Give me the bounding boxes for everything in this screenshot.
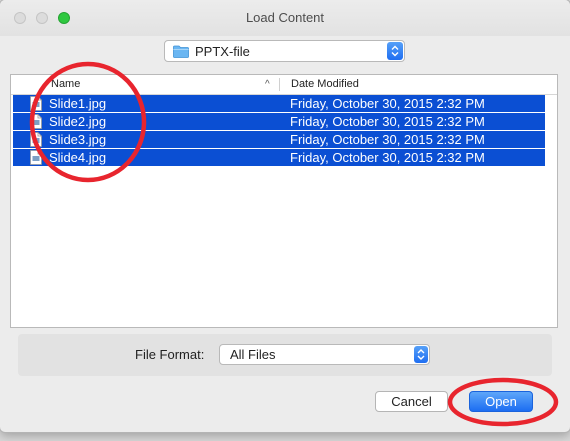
updown-arrow-icon[interactable]	[387, 42, 403, 60]
location-label: PPTX-file	[195, 44, 250, 59]
cancel-button[interactable]: Cancel	[375, 391, 448, 412]
image-file-icon	[30, 150, 42, 168]
load-content-dialog: Load Content PPTX-file Name ^ Date Modif…	[0, 0, 570, 432]
file-format-value: All Files	[230, 347, 276, 362]
file-date: Friday, October 30, 2015 2:32 PM	[290, 132, 485, 147]
file-row[interactable]: Slide3.jpg Friday, October 30, 2015 2:32…	[13, 131, 545, 148]
file-row[interactable]: Slide2.jpg Friday, October 30, 2015 2:32…	[13, 113, 545, 130]
window-title: Load Content	[245, 10, 325, 25]
image-file-icon	[30, 96, 42, 114]
file-date: Friday, October 30, 2015 2:32 PM	[290, 96, 485, 111]
file-format-dropdown[interactable]: All Files	[219, 344, 430, 365]
file-name: Slide4.jpg	[49, 150, 107, 165]
folder-icon	[173, 45, 189, 61]
name-column-header[interactable]: Name	[51, 78, 80, 90]
file-name: Slide1.jpg	[49, 96, 107, 111]
column-header: Name ^ Date Modified	[11, 75, 557, 95]
file-name: Slide3.jpg	[49, 132, 107, 147]
file-format-bar: File Format: All Files	[18, 334, 552, 376]
file-date: Friday, October 30, 2015 2:32 PM	[290, 114, 485, 129]
column-divider[interactable]	[279, 78, 280, 91]
file-row[interactable]: Slide1.jpg Friday, October 30, 2015 2:32…	[13, 95, 545, 112]
location-dropdown[interactable]: PPTX-file	[164, 40, 405, 62]
file-list[interactable]: Name ^ Date Modified Slide1.jpg Friday, …	[10, 74, 558, 328]
sort-ascending-icon[interactable]: ^	[265, 79, 270, 90]
image-file-icon	[30, 114, 42, 132]
file-date: Friday, October 30, 2015 2:32 PM	[290, 150, 485, 165]
title-bar: Load Content	[0, 0, 570, 36]
image-file-icon	[30, 132, 42, 150]
updown-arrow-icon[interactable]	[414, 346, 428, 363]
file-format-label: File Format:	[135, 347, 205, 362]
date-modified-column-header[interactable]: Date Modified	[291, 78, 359, 90]
file-row[interactable]: Slide4.jpg Friday, October 30, 2015 2:32…	[13, 149, 545, 166]
open-button[interactable]: Open	[469, 391, 533, 412]
file-name: Slide2.jpg	[49, 114, 107, 129]
